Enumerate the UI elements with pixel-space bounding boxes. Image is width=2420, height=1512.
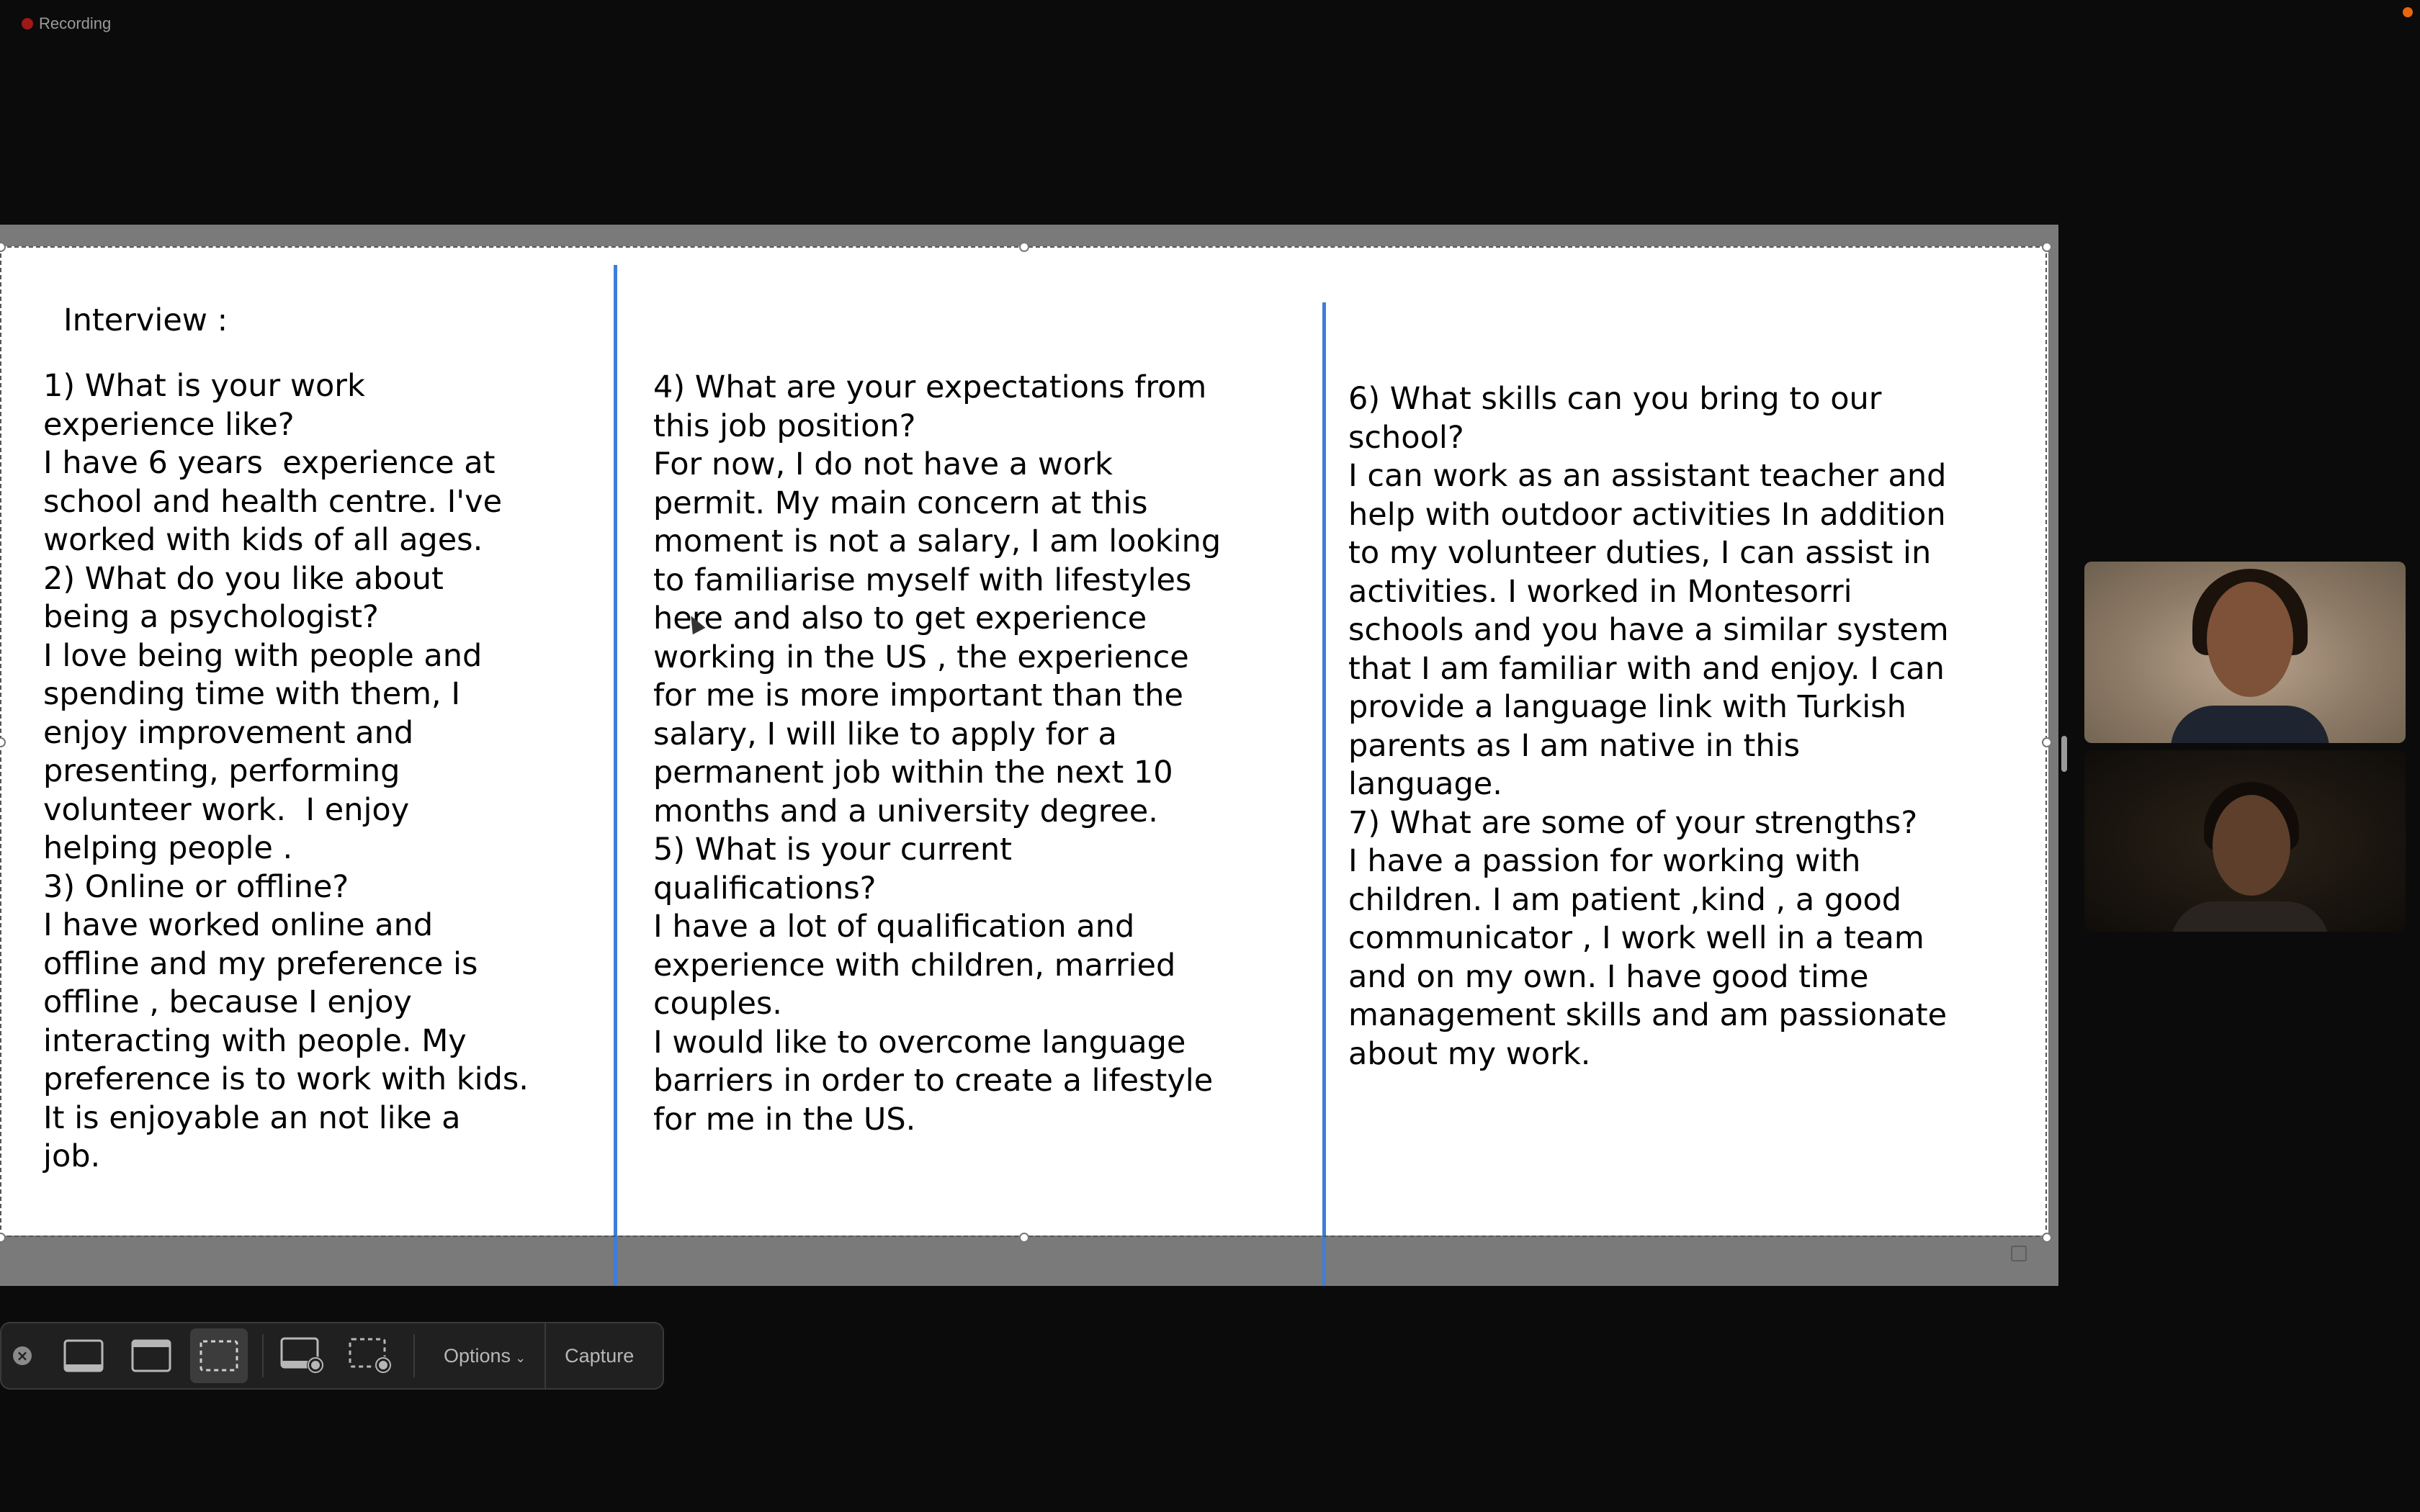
participant-video-1[interactable]: [2084, 562, 2406, 743]
capture-button[interactable]: Capture: [546, 1345, 653, 1367]
recording-indicator: Recording: [22, 14, 111, 33]
resize-handle[interactable]: [2042, 1233, 2052, 1243]
status-dot-icon: [2403, 7, 2413, 17]
capture-window-button[interactable]: [122, 1328, 180, 1383]
participant-video-2[interactable]: [2084, 750, 2406, 932]
participant-body: [2171, 706, 2329, 743]
capture-selection-button[interactable]: [190, 1328, 248, 1383]
resize-handle[interactable]: [2042, 737, 2052, 747]
capture-window-icon: [131, 1339, 171, 1372]
participant-face: [2213, 795, 2290, 896]
interview-column-3: 6) What skills can you bring to our scho…: [1348, 381, 1949, 1072]
capture-selection-icon: [200, 1340, 238, 1372]
video-panel-drag-handle[interactable]: [2061, 736, 2067, 772]
record-entire-screen-button[interactable]: [274, 1328, 331, 1383]
document-title: Interview :: [63, 302, 228, 338]
resize-handle[interactable]: [0, 1233, 6, 1243]
capture-entire-screen-button[interactable]: [55, 1328, 112, 1383]
options-menu-button[interactable]: Options ⌄: [425, 1345, 544, 1367]
capture-entire-screen-icon: [63, 1339, 104, 1372]
recording-label: Recording: [39, 14, 112, 32]
close-icon[interactable]: ×: [13, 1346, 32, 1365]
column-divider: [1322, 302, 1326, 1286]
shared-screen: Interview : 1) What is your work experie…: [0, 225, 2058, 1286]
record-selection-button[interactable]: [341, 1328, 399, 1383]
resize-handle[interactable]: [1019, 242, 1029, 252]
document-page: Interview : 1) What is your work experie…: [0, 246, 2048, 1236]
interview-column-1: 1) What is your work experience like? I …: [43, 368, 529, 1174]
page-corner-icon: [2011, 1246, 2027, 1261]
resize-handle[interactable]: [2042, 242, 2052, 252]
participant-body: [2171, 901, 2329, 932]
options-label: Options: [444, 1344, 511, 1367]
toolbar-divider: [413, 1334, 415, 1377]
resize-handle[interactable]: [1019, 1233, 1029, 1243]
screenshot-toolbar: × Options ⌄ Capture: [0, 1322, 664, 1390]
record-entire-screen-icon: [280, 1337, 324, 1374]
column-divider: [614, 265, 617, 1286]
toolbar-divider: [262, 1334, 264, 1377]
chevron-down-icon: ⌄: [515, 1350, 526, 1365]
participant-face: [2207, 582, 2293, 697]
recording-dot-icon: [22, 18, 33, 30]
record-selection-icon: [349, 1338, 392, 1374]
interview-column-2: 4) What are your expectations from this …: [653, 369, 1222, 1138]
